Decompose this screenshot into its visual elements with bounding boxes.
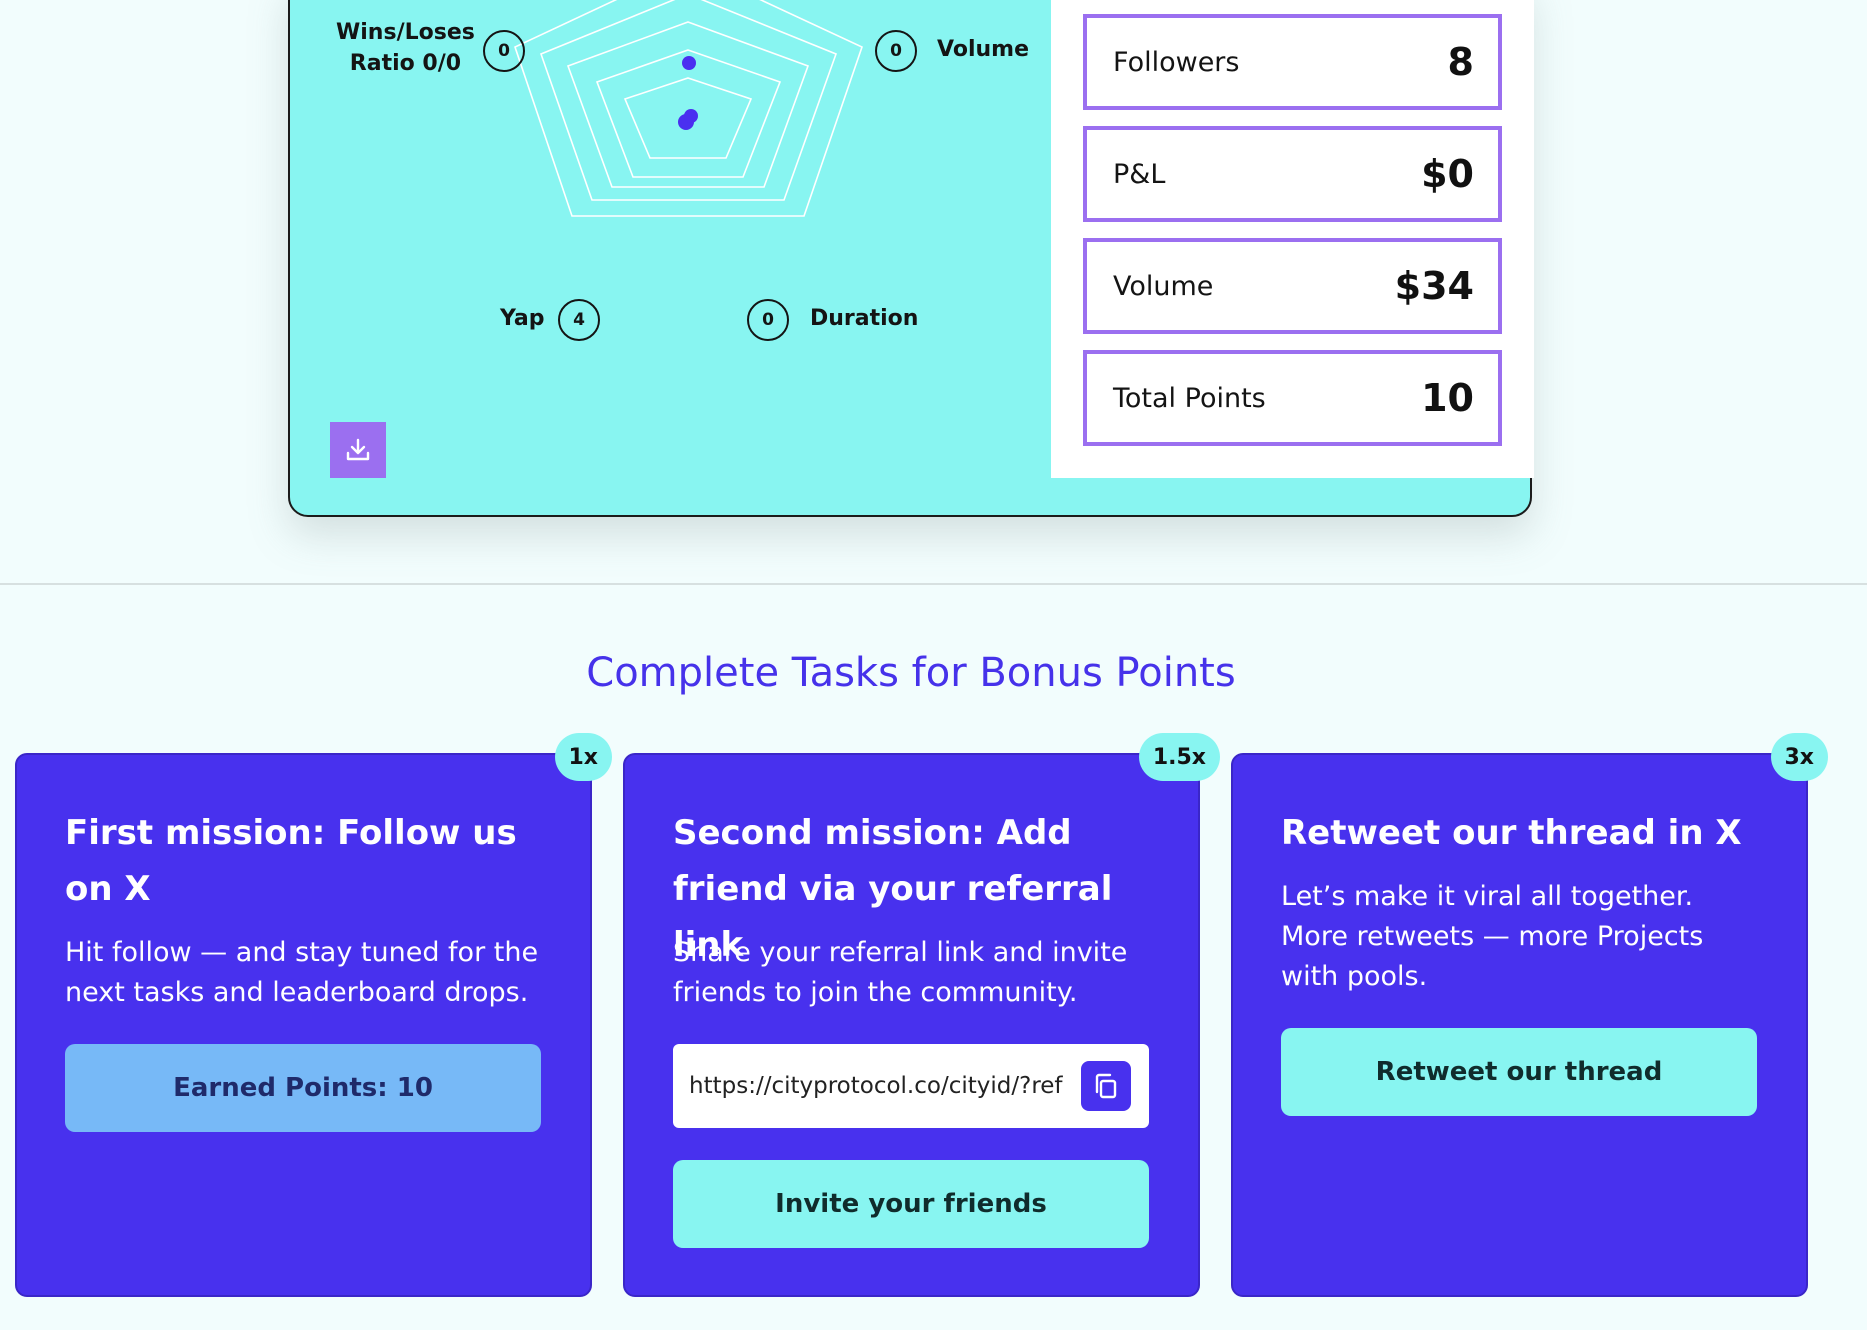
mission-card-1: 1x First mission: Follow us on X Hit fol… <box>15 733 612 1297</box>
radar-ring-5 <box>514 0 863 217</box>
yap-badge: 4 <box>558 299 600 341</box>
mission-description: Share your referral link and invite frie… <box>673 937 1128 1008</box>
metric-label: P&L <box>1113 158 1166 190</box>
metric-pnl: P&L $0 <box>1083 126 1502 222</box>
metric-value: 8 <box>1447 40 1474 84</box>
radar-ring-4 <box>539 0 838 201</box>
mission-card-3: 3x Retweet our thread in X Let’s make it… <box>1231 733 1828 1297</box>
multiplier-badge: 3x <box>1770 733 1828 781</box>
metric-value: $0 <box>1421 152 1474 196</box>
copy-button[interactable] <box>1081 1061 1131 1111</box>
download-icon <box>346 438 370 461</box>
section-divider <box>0 583 1867 585</box>
metric-value: 10 <box>1421 376 1474 420</box>
metric-total-points: Total Points 10 <box>1083 350 1502 446</box>
profile-card: Wins/Loses Ratio 0/0 0 0 Volume Yap 4 0 … <box>288 0 1534 517</box>
duration-badge: 0 <box>747 299 789 341</box>
multiplier-badge: 1.5x <box>1138 733 1220 781</box>
radar-point-center-b <box>684 109 698 123</box>
referral-link-field <box>673 1044 1149 1128</box>
metric-label: Total Points <box>1113 382 1266 414</box>
multiplier-badge: 1x <box>554 733 612 781</box>
metric-followers: Followers 8 <box>1083 14 1502 110</box>
wins-loses-label-line1: Wins/Loses <box>336 20 475 45</box>
mission-description: Hit follow — and stay tuned for the next… <box>65 937 539 1008</box>
duration-label: Duration <box>810 306 919 331</box>
radar-point-top <box>682 56 696 70</box>
earned-points-button[interactable]: Earned Points: 10 <box>65 1044 541 1132</box>
metric-label: Volume <box>1113 270 1214 302</box>
download-button[interactable] <box>330 422 386 478</box>
metric-value: $34 <box>1394 264 1474 308</box>
mission-description: Let’s make it viral all together. More r… <box>1281 881 1704 992</box>
metric-volume: Volume $34 <box>1083 238 1502 334</box>
mission-title: First mission: Follow us on X <box>65 813 517 909</box>
mission-title: Retweet our thread in X <box>1281 813 1742 853</box>
yap-label: Yap <box>500 306 545 331</box>
invite-friends-button[interactable]: Invite your friends <box>673 1160 1149 1248</box>
metric-label: Followers <box>1113 46 1240 78</box>
volume-label: Volume <box>937 37 1029 62</box>
referral-link-input[interactable] <box>689 1044 1067 1128</box>
mission-card-2: 1.5x Second mission: Add friend via your… <box>623 733 1220 1297</box>
wins-loses-badge: 0 <box>483 30 525 72</box>
tasks-title: Complete Tasks for Bonus Points <box>586 650 1236 696</box>
metrics-panel: Followers 8 P&L $0 Volume $34 Total Poin… <box>1051 0 1534 478</box>
wins-loses-label: Wins/Loses Ratio 0/0 <box>336 17 475 79</box>
retweet-button[interactable]: Retweet our thread <box>1281 1028 1757 1116</box>
volume-badge: 0 <box>875 30 917 72</box>
wins-loses-label-line2: Ratio 0/0 <box>349 51 462 76</box>
copy-icon <box>1095 1073 1117 1099</box>
